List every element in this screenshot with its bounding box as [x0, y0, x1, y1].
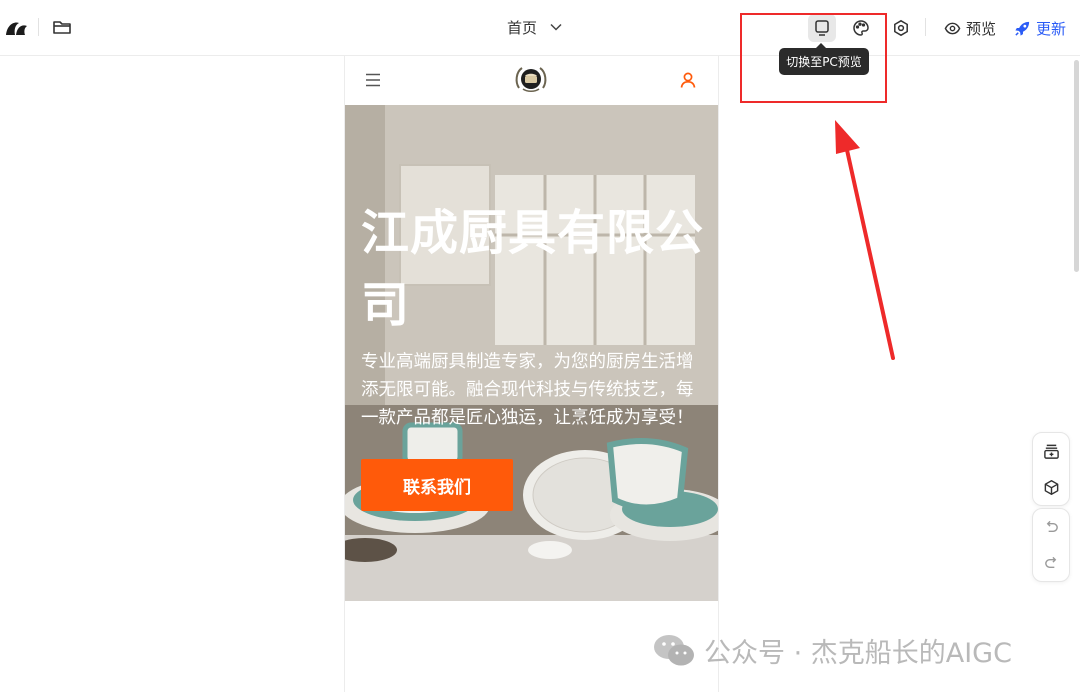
switch-pc-preview-button[interactable]	[808, 14, 836, 42]
add-component-icon	[1043, 444, 1059, 459]
eye-icon	[944, 22, 961, 34]
hero-subtitle: 专业高端厨具制造专家，为您的厨房生活增添无限可能。融合现代科技与传统技艺，每一款…	[361, 352, 694, 428]
menu-icon[interactable]	[365, 73, 381, 87]
update-label: 更新	[1036, 19, 1067, 38]
watermark: 公众号 · 杰克船长的AIGC	[652, 630, 1012, 670]
preview-label: 预览	[966, 19, 997, 38]
hero-title: 江成厨具有限公司	[361, 205, 705, 333]
folder-icon[interactable]	[52, 17, 72, 37]
palette-icon	[853, 20, 869, 36]
toolbar-divider	[925, 18, 926, 36]
rocket-icon	[1015, 21, 1030, 36]
component-library-button[interactable]	[1033, 469, 1069, 505]
watermark-text: 公众号 · 杰克船长的AIGC	[704, 637, 1012, 669]
app-logo-icon[interactable]	[5, 17, 29, 37]
mobile-preview-canvas: 江成厨具有限公司 专业高端厨具制造专家，为您的厨房生活增添无限可能。融合现代科技…	[344, 56, 719, 692]
chevron-down-icon	[550, 23, 562, 31]
editor-toolbar: 首页 预览 更新	[0, 0, 1080, 56]
site-header	[345, 56, 718, 105]
monitor-icon	[815, 20, 829, 36]
page-selector-label: 首页	[506, 18, 537, 37]
annotation-arrow	[835, 120, 895, 360]
settings-button[interactable]	[887, 14, 915, 42]
history-tools	[1032, 508, 1070, 582]
theme-button[interactable]	[847, 14, 875, 42]
update-button[interactable]: 更新	[1014, 14, 1066, 42]
preview-button[interactable]: 预览	[944, 14, 996, 42]
tooltip: 切换至PC预览	[779, 43, 869, 75]
scrollbar[interactable]	[1074, 60, 1079, 272]
cube-icon	[1044, 479, 1058, 495]
contact-us-button[interactable]: 联系我们	[361, 459, 513, 511]
settings-icon	[894, 19, 908, 37]
add-component-button[interactable]	[1033, 433, 1069, 469]
component-tools	[1032, 432, 1070, 506]
tooltip-text: 切换至PC预览	[786, 55, 862, 69]
undo-icon	[1046, 520, 1058, 532]
page-selector[interactable]: 首页	[490, 8, 580, 46]
site-logo[interactable]	[514, 64, 548, 94]
user-icon[interactable]	[679, 71, 697, 89]
wechat-icon	[654, 635, 694, 666]
toolbar-divider	[38, 18, 39, 36]
undo-button[interactable]	[1033, 509, 1069, 545]
hero-banner: 江成厨具有限公司 专业高端厨具制造专家，为您的厨房生活增添无限可能。融合现代科技…	[345, 105, 718, 601]
redo-icon	[1044, 556, 1056, 568]
redo-button[interactable]	[1033, 545, 1069, 581]
